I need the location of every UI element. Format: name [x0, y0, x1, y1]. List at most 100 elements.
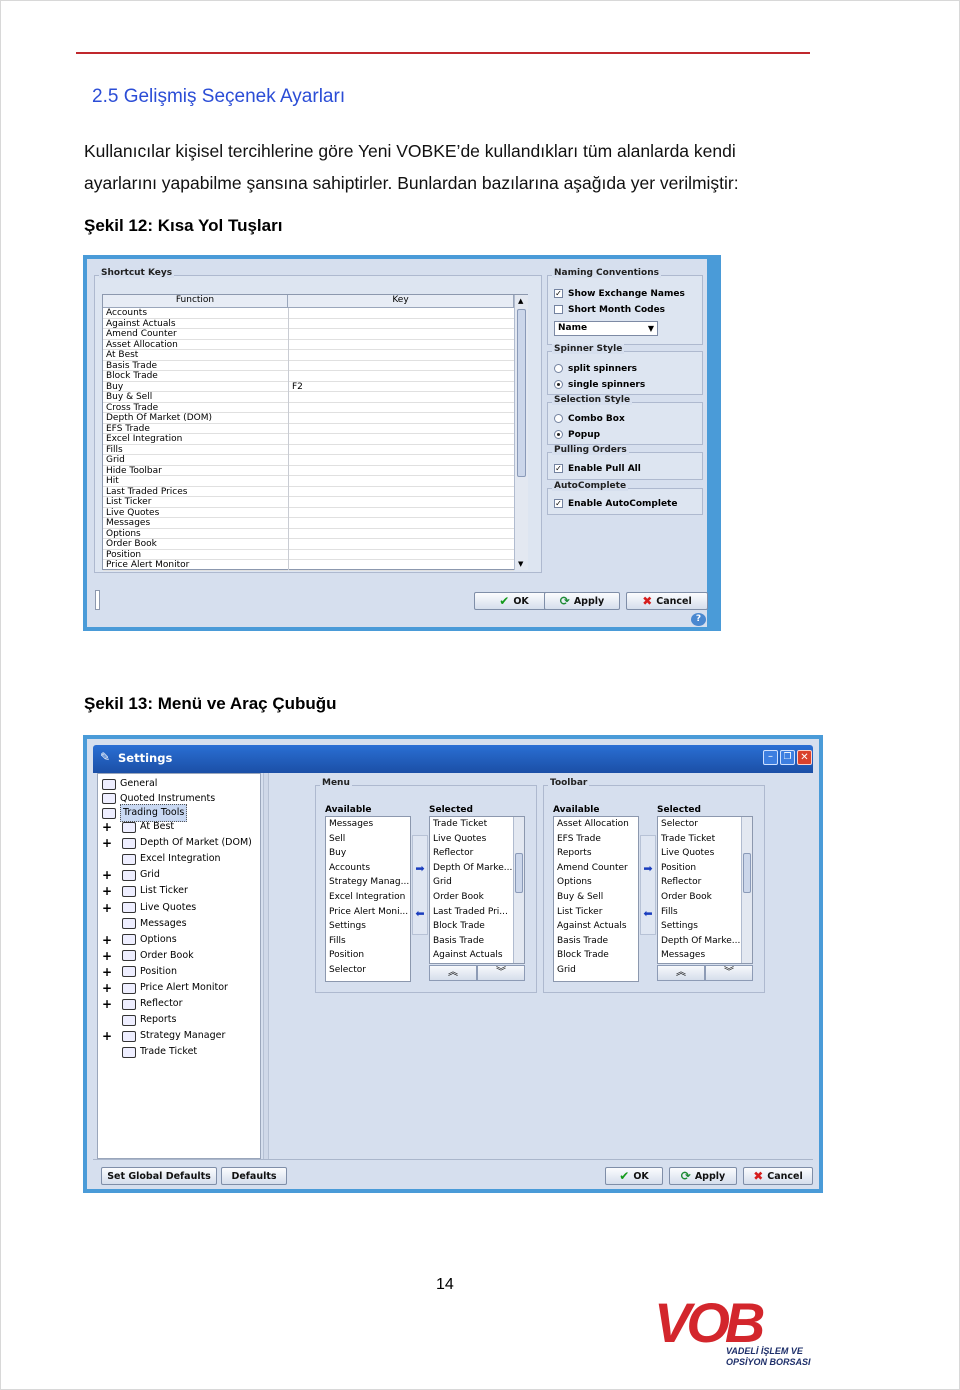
scroll-thumb[interactable] [517, 309, 526, 477]
shortcut-table[interactable]: Function Key Accounts Against Actuals Amen… [102, 294, 528, 571]
list-item[interactable]: Fills [326, 934, 410, 949]
tree-item[interactable]: + Strategy Manager [102, 1028, 225, 1044]
enable-autocomplete-checkbox[interactable]: ✓ Enable AutoComplete [554, 499, 677, 509]
settings-ok-button[interactable]: ✔ OK [605, 1167, 663, 1185]
list-item[interactable]: EFS Trade [554, 832, 638, 847]
move-left-icon[interactable]: ⬅ [412, 906, 428, 922]
set-global-defaults-button[interactable]: Set Global Defaults [101, 1167, 217, 1185]
table-row[interactable]: List Ticker [103, 497, 288, 508]
list-item[interactable]: Order Book [658, 890, 752, 905]
menu-move-down-icon[interactable]: ︾ [477, 965, 525, 981]
expand-icon[interactable]: + [102, 996, 112, 1012]
table-key-cell[interactable] [289, 487, 514, 498]
table-row[interactable]: Asset Allocation [103, 340, 288, 351]
list-item[interactable]: Against Actuals [554, 919, 638, 934]
list-item[interactable]: Depth Of Marke... [658, 934, 752, 949]
table-key-cell[interactable] [289, 560, 514, 571]
tree-item[interactable]: + List Ticker [102, 883, 188, 899]
list-item[interactable]: Against Actuals [430, 948, 524, 963]
table-key-cell[interactable] [289, 350, 514, 361]
ok-button[interactable]: ✔ OK [474, 592, 554, 610]
table-row[interactable]: Order Book [103, 539, 288, 550]
expand-icon[interactable]: + [102, 835, 112, 851]
column-header-key[interactable]: Key [288, 295, 514, 308]
combo-box-radio[interactable]: Combo Box [554, 414, 625, 424]
list-item[interactable]: Block Trade [554, 948, 638, 963]
expand-icon[interactable]: + [102, 932, 112, 948]
table-key-cell[interactable] [289, 424, 514, 435]
list-item[interactable]: Messages [658, 948, 752, 963]
table-key-cell[interactable] [289, 455, 514, 466]
table-row[interactable]: Amend Counter [103, 329, 288, 340]
tree-item[interactable]: Messages [102, 916, 187, 932]
list-item[interactable]: Position [658, 861, 752, 876]
table-row[interactable]: Price Alert Monitor [103, 560, 288, 571]
table-key-cell[interactable] [289, 518, 514, 529]
list-item[interactable]: Excel Integration [326, 890, 410, 905]
split-spinners-radio[interactable]: split spinners [554, 364, 637, 374]
table-key-cell[interactable] [289, 308, 514, 319]
toolbar-move-down-icon[interactable]: ︾ [705, 965, 753, 981]
table-row[interactable]: Accounts [103, 308, 288, 319]
table-key-cell[interactable] [289, 529, 514, 540]
list-item[interactable]: Messages [326, 817, 410, 832]
list-item[interactable]: Buy [326, 846, 410, 861]
list-item[interactable]: Last Traded Pri... [430, 905, 524, 920]
list-item[interactable]: Basis Trade [554, 934, 638, 949]
table-key-cell[interactable] [289, 403, 514, 414]
list-item[interactable]: Accounts [326, 861, 410, 876]
toolbar-selected-scrollbar[interactable] [741, 817, 752, 963]
tree-item[interactable]: + Order Book [102, 948, 194, 964]
list-item[interactable]: Trade Ticket [430, 817, 524, 832]
settings-apply-button[interactable]: ⟳ Apply [669, 1167, 737, 1185]
table-row[interactable]: Against Actuals [103, 319, 288, 330]
column-header-function[interactable]: Function [103, 295, 288, 308]
list-item[interactable]: Selector [658, 817, 752, 832]
list-item[interactable]: Basis Trade [430, 934, 524, 949]
tree-item[interactable]: Trade Ticket [102, 1044, 197, 1060]
table-key-cell[interactable] [289, 340, 514, 351]
list-item[interactable]: Live Quotes [430, 832, 524, 847]
table-key-cell[interactable] [289, 319, 514, 330]
list-item[interactable]: Order Book [430, 890, 524, 905]
tree-item[interactable]: + At Best [102, 819, 174, 835]
tree-item[interactable]: + Grid [102, 867, 160, 883]
table-key-cell[interactable] [289, 413, 514, 424]
table-key-cell[interactable] [289, 476, 514, 487]
list-item[interactable]: Strategy Manag... [326, 875, 410, 890]
table-row[interactable]: Cross Trade [103, 403, 288, 414]
table-row[interactable]: Position [103, 550, 288, 561]
expand-icon[interactable]: + [102, 883, 112, 899]
list-item[interactable]: Trade Ticket [658, 832, 752, 847]
list-item[interactable]: Asset Allocation [554, 817, 638, 832]
single-spinners-radio[interactable]: single spinners [554, 380, 645, 390]
table-row[interactable]: EFS Trade [103, 424, 288, 435]
popup-radio[interactable]: Popup [554, 430, 600, 440]
scroll-down-icon[interactable]: ▼ [518, 560, 523, 568]
list-item[interactable]: Position [326, 948, 410, 963]
expand-icon[interactable]: + [102, 948, 112, 964]
toolbar-selected-list[interactable]: Selector Trade Ticket Live Quotes Position R… [657, 816, 753, 964]
cancel-button[interactable]: ✖ Cancel [626, 592, 708, 610]
tree-item[interactable]: Excel Integration [102, 851, 221, 867]
table-key-cell[interactable] [289, 371, 514, 382]
table-scrollbar[interactable]: ▲ ▼ [514, 295, 528, 570]
table-key-cell[interactable] [289, 466, 514, 477]
list-item[interactable]: Reports [554, 846, 638, 861]
list-item[interactable]: Reflector [430, 846, 524, 861]
move-right-icon[interactable]: ➡ [412, 861, 428, 877]
list-item[interactable]: Grid [430, 875, 524, 890]
expand-icon[interactable]: + [102, 900, 112, 916]
tree-item[interactable]: + Live Quotes [102, 900, 196, 916]
table-row[interactable]: Grid [103, 455, 288, 466]
expand-icon[interactable]: + [102, 1028, 112, 1044]
table-key-cell[interactable] [289, 392, 514, 403]
table-key-cell[interactable] [289, 361, 514, 372]
table-row[interactable]: Options [103, 529, 288, 540]
short-month-codes-checkbox[interactable]: Short Month Codes [554, 305, 665, 315]
table-key-cell[interactable] [289, 445, 514, 456]
table-row[interactable]: Depth Of Market (DOM) [103, 413, 288, 424]
menu-selected-scrollbar[interactable] [513, 817, 524, 963]
tree-item[interactable]: + Position [102, 964, 177, 980]
table-key-cell[interactable] [289, 497, 514, 508]
